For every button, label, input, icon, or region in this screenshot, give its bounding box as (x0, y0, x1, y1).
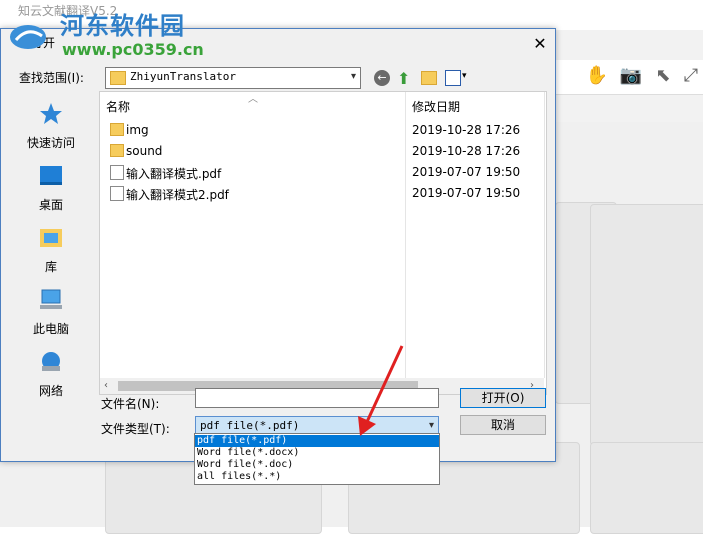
look-in-value: ZhiyunTranslator (130, 70, 236, 83)
file-name: 输入翻译模式.pdf (126, 167, 222, 181)
watermark-title: 河东软件园 (60, 12, 185, 40)
scroll-left-icon[interactable]: ‹ (104, 380, 108, 391)
document-icon (110, 186, 124, 201)
cursor-icon[interactable]: ⬉ (651, 64, 675, 88)
chevron-down-icon[interactable]: ▾ (462, 71, 467, 81)
column-divider (544, 92, 545, 378)
library-icon (40, 229, 62, 247)
sort-ascending-icon: ︿ (248, 94, 258, 105)
place-label: 桌面 (38, 198, 63, 212)
back-icon[interactable]: ← (374, 70, 390, 86)
file-row[interactable]: img 2019-10-28 17:26 (100, 120, 544, 140)
up-folder-icon[interactable]: ⬆ (397, 69, 410, 88)
annotation-arrow-icon (358, 345, 404, 436)
new-folder-icon[interactable] (421, 71, 437, 85)
filetype-option[interactable]: Word file(*.docx) (195, 447, 439, 459)
place-label: 库 (44, 260, 57, 274)
place-label: 此电脑 (32, 322, 69, 336)
look-in-label: 查找范围(I): (19, 71, 84, 85)
column-header-date[interactable]: 修改日期 (412, 98, 460, 115)
folder-icon (110, 71, 126, 85)
open-file-dialog: 打开 ✕ 查找范围(I): ZhiyunTranslator ▾ ← ⬆ ▾ 快… (0, 28, 556, 462)
filename-label: 文件名(N): (101, 397, 160, 411)
fit-page-icon[interactable]: ⤢ (679, 64, 703, 88)
watermark-logo (10, 25, 46, 49)
filetype-value: pdf file(*.pdf) (200, 419, 300, 432)
file-date: 2019-10-28 17:26 (412, 144, 521, 158)
place-library[interactable]: 库 (21, 225, 81, 275)
document-icon (110, 165, 124, 180)
folder-icon (110, 123, 124, 136)
place-quick-access[interactable]: 快速访问 (21, 101, 81, 151)
look-in-dropdown[interactable]: ZhiyunTranslator ▾ (105, 67, 361, 89)
page-thumbnail[interactable] (590, 442, 703, 534)
file-date: 2019-07-07 19:50 (412, 186, 521, 200)
page-thumbnail[interactable] (590, 204, 703, 446)
computer-icon (40, 289, 62, 309)
network-icon (42, 352, 60, 371)
file-row[interactable]: 输入翻译模式.pdf 2019-07-07 19:50 (100, 162, 544, 182)
watermark-url: www.pc0359.cn (62, 40, 204, 59)
file-name: sound (126, 144, 163, 158)
file-date: 2019-10-28 17:26 (412, 123, 521, 137)
desktop-icon (40, 166, 62, 185)
place-network[interactable]: 网络 (21, 349, 81, 399)
filetype-option[interactable]: Word file(*.doc) (195, 459, 439, 471)
file-list[interactable]: ︿ 名称 修改日期 img 2019-10-28 17:26 sound 201… (99, 91, 547, 395)
file-row[interactable]: 输入翻译模式2.pdf 2019-07-07 19:50 (100, 183, 544, 203)
app-toolbar: ✋ 📷 ⬉ ⤢ (555, 60, 703, 95)
place-desktop[interactable]: 桌面 (21, 163, 81, 213)
file-date: 2019-07-07 19:50 (412, 165, 521, 179)
file-name: 输入翻译模式2.pdf (126, 188, 229, 202)
place-label: 快速访问 (26, 136, 75, 150)
cancel-button[interactable]: 取消 (460, 415, 546, 435)
chevron-down-icon: ▾ (350, 71, 356, 82)
close-icon[interactable]: ✕ (531, 35, 549, 53)
open-button[interactable]: 打开(O) (460, 388, 546, 408)
star-icon (40, 103, 62, 124)
folder-icon (110, 144, 124, 157)
hand-tool-icon[interactable]: ✋ (585, 64, 609, 88)
view-menu-icon[interactable] (445, 70, 461, 86)
camera-icon[interactable]: 📷 (619, 64, 643, 88)
place-this-pc[interactable]: 此电脑 (21, 287, 81, 337)
filetype-label: 文件类型(T): (101, 422, 170, 436)
file-name: img (126, 123, 149, 137)
chevron-down-icon: ▾ (428, 420, 434, 431)
column-header-name[interactable]: 名称 (106, 98, 130, 115)
filetype-option[interactable]: all files(*.*) (195, 471, 439, 483)
file-row[interactable]: sound 2019-10-28 17:26 (100, 141, 544, 161)
place-label: 网络 (38, 384, 63, 398)
filetype-options-list[interactable]: pdf file(*.pdf) Word file(*.docx) Word f… (194, 433, 440, 485)
